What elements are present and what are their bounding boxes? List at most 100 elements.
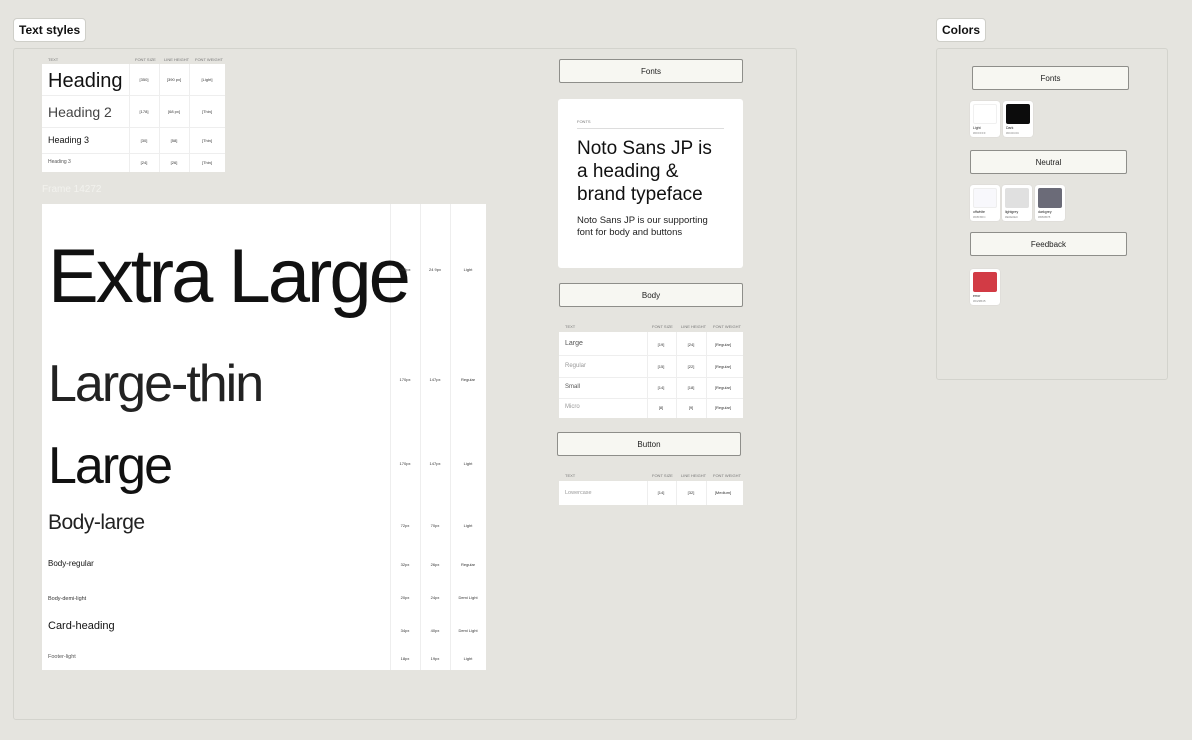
swatch-color-error xyxy=(973,272,997,292)
font-size-value: [178] xyxy=(139,109,149,114)
line-height-value: [24] xyxy=(687,342,695,347)
column-header-font-weight: FONT WEIGHT xyxy=(195,57,223,62)
font-size-value: [14] xyxy=(657,490,665,495)
font-weight-value: [Regular] xyxy=(714,405,732,410)
line-height-value: [58] xyxy=(170,138,178,143)
swatch-card-darkgrey[interactable]: darkgrey #6B6B78 xyxy=(1035,185,1065,221)
column-header-line-height: LINE HEIGHT xyxy=(681,324,707,329)
heading-sample-3: Heading 3 xyxy=(48,135,90,145)
body-sample-regular: Regular xyxy=(565,363,587,369)
font-size-value: 18px xyxy=(400,656,410,661)
row-divider xyxy=(42,153,225,154)
column-divider xyxy=(676,481,677,505)
fonts-header-button[interactable]: Fonts xyxy=(559,59,743,83)
feedback-header-button[interactable]: Feedback xyxy=(970,232,1127,256)
button-header-button[interactable]: Button xyxy=(557,432,741,456)
font-weight-value: Light xyxy=(463,656,473,661)
colors-section-label[interactable]: Colors xyxy=(936,18,987,42)
text-styles-section-label[interactable]: Text styles xyxy=(13,18,87,42)
type-sample-body-regular: Body-regular xyxy=(48,559,94,568)
line-height-value: 24 9px xyxy=(428,267,442,272)
line-height-value: [68 px] xyxy=(167,109,181,114)
font-weight-value: Demi Light xyxy=(458,628,478,633)
column-header-font-weight: FONT WEIGHT xyxy=(713,324,741,329)
font-size-value: 72px xyxy=(400,523,410,528)
frame-label[interactable]: Frame 14272 xyxy=(42,184,101,195)
font-card-headline: Noto Sans JP is a heading & brand typefa… xyxy=(577,138,712,205)
font-size-value: [350] xyxy=(139,77,149,82)
swatch-hex: #0C0C0C xyxy=(1006,131,1020,135)
line-height-value: 26px xyxy=(430,562,440,567)
column-header-font-weight: FONT WEIGHT xyxy=(713,473,741,478)
neutral-header-button[interactable]: Neutral xyxy=(970,150,1127,174)
swatch-hex: #E0E0E0 xyxy=(1005,215,1018,219)
font-weight-value: Light xyxy=(463,267,473,272)
column-divider xyxy=(676,332,677,418)
line-height-value: 40px xyxy=(430,628,440,633)
colors-fonts-header-button[interactable]: Fonts xyxy=(972,66,1129,90)
swatch-color-darkgrey xyxy=(1038,188,1062,208)
column-header-font-size: FONT SIZE xyxy=(652,473,673,478)
swatch-hex: #D23B45 xyxy=(973,299,986,303)
column-divider xyxy=(159,64,160,172)
swatch-name: Dark xyxy=(1006,126,1014,130)
type-sample-card-heading: Card-heading xyxy=(48,620,115,632)
font-weight-value: Demi Light xyxy=(458,595,478,600)
column-divider xyxy=(129,64,130,172)
line-height-value: [22] xyxy=(687,364,695,369)
swatch-card-light[interactable]: Light #FFFFFF xyxy=(970,101,1000,137)
column-divider xyxy=(706,332,707,418)
body-header-button[interactable]: Body xyxy=(559,283,743,307)
swatch-name: darkgrey xyxy=(1038,210,1052,214)
swatch-name: error xyxy=(973,294,981,298)
swatch-name: Light xyxy=(973,126,981,130)
font-size-value: [30] xyxy=(140,138,148,143)
font-card[interactable]: FONTS Noto Sans JP is a heading & brand … xyxy=(558,99,743,268)
type-scale-table[interactable]: Extra Large Large-thin Large Body-large … xyxy=(42,204,486,670)
body-sample-large: Large xyxy=(565,340,583,347)
swatch-card-dark[interactable]: Dark #0C0C0C xyxy=(1003,101,1033,137)
column-header-font-size: FONT SIZE xyxy=(135,57,156,62)
type-sample-large: Large xyxy=(48,437,173,495)
line-height-value: 147px xyxy=(429,461,441,466)
font-size-value: 34px xyxy=(400,628,410,633)
button-table[interactable]: Lowercase [14] [32] [Medium] xyxy=(559,481,743,505)
swatch-color-lightgrey xyxy=(1005,188,1029,208)
swatch-card-offwhite[interactable]: offwhite #F8F8FC xyxy=(970,185,1000,221)
heading-sample-1: Heading xyxy=(48,70,123,92)
swatch-name: lightgrey xyxy=(1005,210,1019,214)
swatch-color-light xyxy=(973,104,997,124)
line-height-value: 70px xyxy=(430,523,440,528)
column-header-line-height: LINE HEIGHT xyxy=(681,473,707,478)
font-weight-value: [Regular] xyxy=(714,385,732,390)
column-header-text: TEXT xyxy=(48,57,59,62)
column-header-text: TEXT xyxy=(565,473,576,478)
column-header-text: TEXT xyxy=(565,324,576,329)
font-weight-value: Light xyxy=(463,523,473,528)
headings-table[interactable]: Heading Heading 2 Heading 3 Heading 3 [3… xyxy=(42,64,225,172)
font-weight-value: [Regular] xyxy=(714,342,732,347)
swatch-hex: #6B6B78 xyxy=(1038,215,1051,219)
column-header-line-height: LINE HEIGHT xyxy=(164,57,190,62)
body-table[interactable]: Large Regular Small Micro [19] [24] [Reg… xyxy=(559,332,743,418)
font-size-value: [14] xyxy=(657,385,665,390)
line-height-value: [18] xyxy=(687,385,695,390)
font-size-value: 170px xyxy=(399,377,411,382)
font-size-value: 290px xyxy=(399,267,411,272)
swatch-card-lightgrey[interactable]: lightgrey #E0E0E0 xyxy=(1002,185,1032,221)
swatch-card-error[interactable]: error #D23B45 xyxy=(970,269,1000,305)
column-divider xyxy=(420,204,421,670)
body-sample-small: Small xyxy=(565,384,581,390)
line-height-value: 24px xyxy=(430,595,440,600)
heading-sample-2: Heading 2 xyxy=(48,104,112,120)
font-size-value: [24] xyxy=(140,160,148,165)
row-divider xyxy=(559,355,743,356)
font-weight-value: [Thin] xyxy=(201,138,213,143)
line-height-value: 147px xyxy=(429,377,441,382)
line-height-value: [26] xyxy=(170,160,178,165)
swatch-color-offwhite xyxy=(973,188,997,208)
row-divider xyxy=(42,95,225,96)
font-card-divider xyxy=(577,128,724,129)
row-divider xyxy=(42,127,225,128)
column-divider xyxy=(647,332,648,418)
